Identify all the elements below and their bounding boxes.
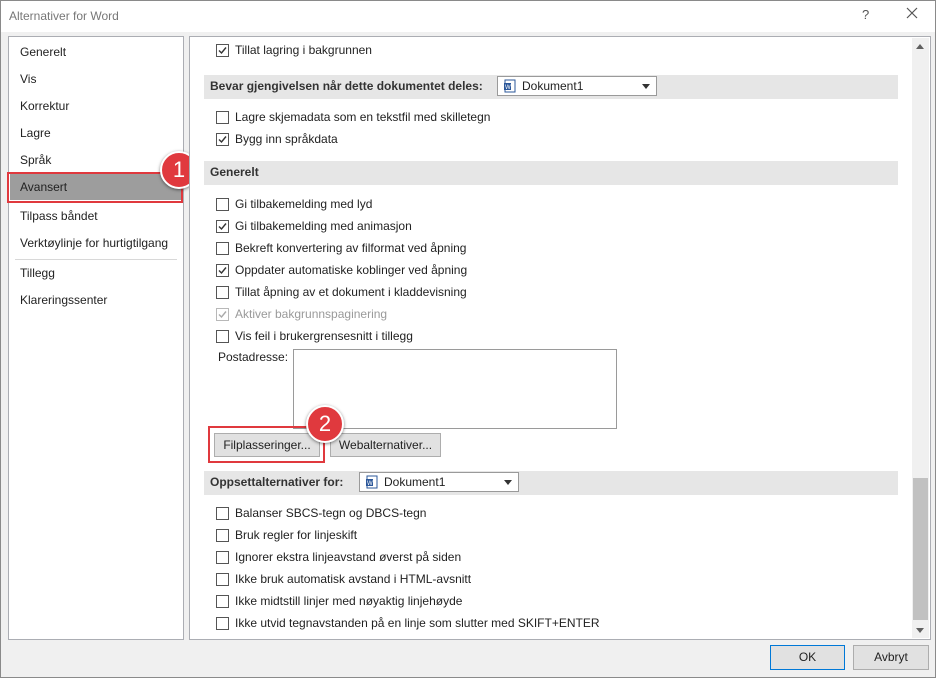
checkbox-label: Tillat lagring i bakgrunnen	[235, 43, 372, 57]
chevron-down-icon	[642, 84, 650, 89]
nav-item-verktoylinje[interactable]: Verktøylinje for hurtigtilgang	[10, 230, 182, 256]
web-options-button[interactable]: Webalternativer...	[330, 433, 441, 457]
section-title: Generelt	[210, 165, 259, 179]
checkbox-label: Vis feil i brukergrensesnitt i tillegg	[235, 329, 413, 343]
checkbox[interactable]	[216, 198, 229, 211]
checkbox[interactable]	[216, 264, 229, 277]
checkbox-label: Ignorer ekstra linjeavstand øverst på si…	[235, 550, 462, 564]
select-value: Dokument1	[522, 79, 584, 93]
checkbox[interactable]	[216, 330, 229, 343]
cancel-button[interactable]: Avbryt	[853, 645, 929, 670]
checkbox	[216, 308, 229, 321]
checkbox-label: Bruk regler for linjeskift	[235, 528, 358, 542]
nav-item-vis[interactable]: Vis	[10, 66, 182, 92]
checkbox[interactable]	[216, 220, 229, 233]
section-header-general: Generelt	[204, 161, 898, 185]
chevron-down-icon	[504, 480, 512, 485]
layout-document-select[interactable]: W Dokument1	[359, 472, 519, 492]
nav-item-tilpass-bandet[interactable]: Tilpass båndet	[10, 203, 182, 229]
ok-button[interactable]: OK	[770, 645, 845, 670]
checkbox-label: Gi tilbakemelding med lyd	[235, 197, 373, 211]
nav-item-sprak[interactable]: Språk	[10, 147, 182, 173]
scrollbar-thumb[interactable]	[913, 478, 928, 620]
checkbox[interactable]	[216, 111, 229, 124]
checkbox-label: Tillat åpning av et dokument i kladdevis…	[235, 285, 467, 299]
highlight-avansert	[7, 172, 183, 203]
checkbox-label: Bygg inn språkdata	[235, 132, 338, 146]
checkbox-label: Ikke utvid tegnavstanden på en linje som…	[235, 616, 600, 630]
nav-item-generelt[interactable]: Generelt	[10, 39, 182, 65]
category-nav: Generelt Vis Korrektur Lagre Språk Avans…	[8, 36, 184, 640]
nav-item-korrektur[interactable]: Korrektur	[10, 93, 182, 119]
checkbox[interactable]	[216, 573, 229, 586]
vertical-scrollbar[interactable]	[912, 38, 929, 638]
checkbox[interactable]	[216, 551, 229, 564]
checkbox-label: Bekreft konvertering av filformat ved åp…	[235, 241, 467, 255]
scroll-down-icon[interactable]	[916, 628, 924, 633]
nav-item-klareringssenter[interactable]: Klareringssenter	[10, 287, 182, 313]
postal-address-label: Postadresse:	[218, 350, 289, 364]
callout-badge-2: 2	[306, 405, 344, 443]
section-title: Oppsettalternativer for:	[210, 475, 344, 489]
checkbox-label: Balanser SBCS-tegn og DBCS-tegn	[235, 506, 427, 520]
svg-text:W: W	[505, 85, 511, 91]
title-bar: Alternativer for Word ?	[0, 0, 936, 32]
help-button[interactable]: ?	[862, 7, 869, 22]
word-document-icon: W	[366, 475, 379, 489]
checkbox-label: Ikke bruk automatisk avstand i HTML-avsn…	[235, 572, 472, 586]
checkbox-label: Oppdater automatiske koblinger ved åpnin…	[235, 263, 468, 277]
section-header-preserve: Bevar gjengivelsen når dette dokumentet …	[204, 75, 898, 99]
checkbox[interactable]	[216, 617, 229, 630]
close-icon[interactable]	[904, 5, 920, 21]
advanced-options-panel: Tillat lagring i bakgrunnen Bevar gjengi…	[189, 36, 931, 640]
document-select[interactable]: W Dokument1	[497, 76, 657, 96]
checkbox[interactable]	[216, 507, 229, 520]
nav-item-lagre[interactable]: Lagre	[10, 120, 182, 146]
select-value: Dokument1	[384, 475, 446, 489]
nav-item-tillegg[interactable]: Tillegg	[10, 260, 182, 286]
checkbox[interactable]	[216, 44, 229, 57]
checkbox[interactable]	[216, 133, 229, 146]
checkbox[interactable]	[216, 286, 229, 299]
checkbox[interactable]	[216, 242, 229, 255]
svg-text:W: W	[367, 481, 373, 487]
scroll-up-icon[interactable]	[916, 44, 924, 49]
section-title: Bevar gjengivelsen når dette dokumentet …	[210, 79, 483, 93]
checkbox[interactable]	[216, 595, 229, 608]
section-header-layout: Oppsettalternativer for: W Dokument1	[204, 471, 898, 495]
word-document-icon: W	[504, 79, 517, 93]
checkbox-label: Lagre skjemadata som en tekstfil med ski…	[235, 110, 491, 124]
checkbox-label: Ikke midtstill linjer med nøyaktig linje…	[235, 594, 463, 608]
checkbox-label: Gi tilbakemelding med animasjon	[235, 219, 412, 233]
checkbox-label: Aktiver bakgrunnspaginering	[235, 307, 388, 321]
checkbox[interactable]	[216, 529, 229, 542]
window-title: Alternativer for Word	[9, 9, 119, 23]
